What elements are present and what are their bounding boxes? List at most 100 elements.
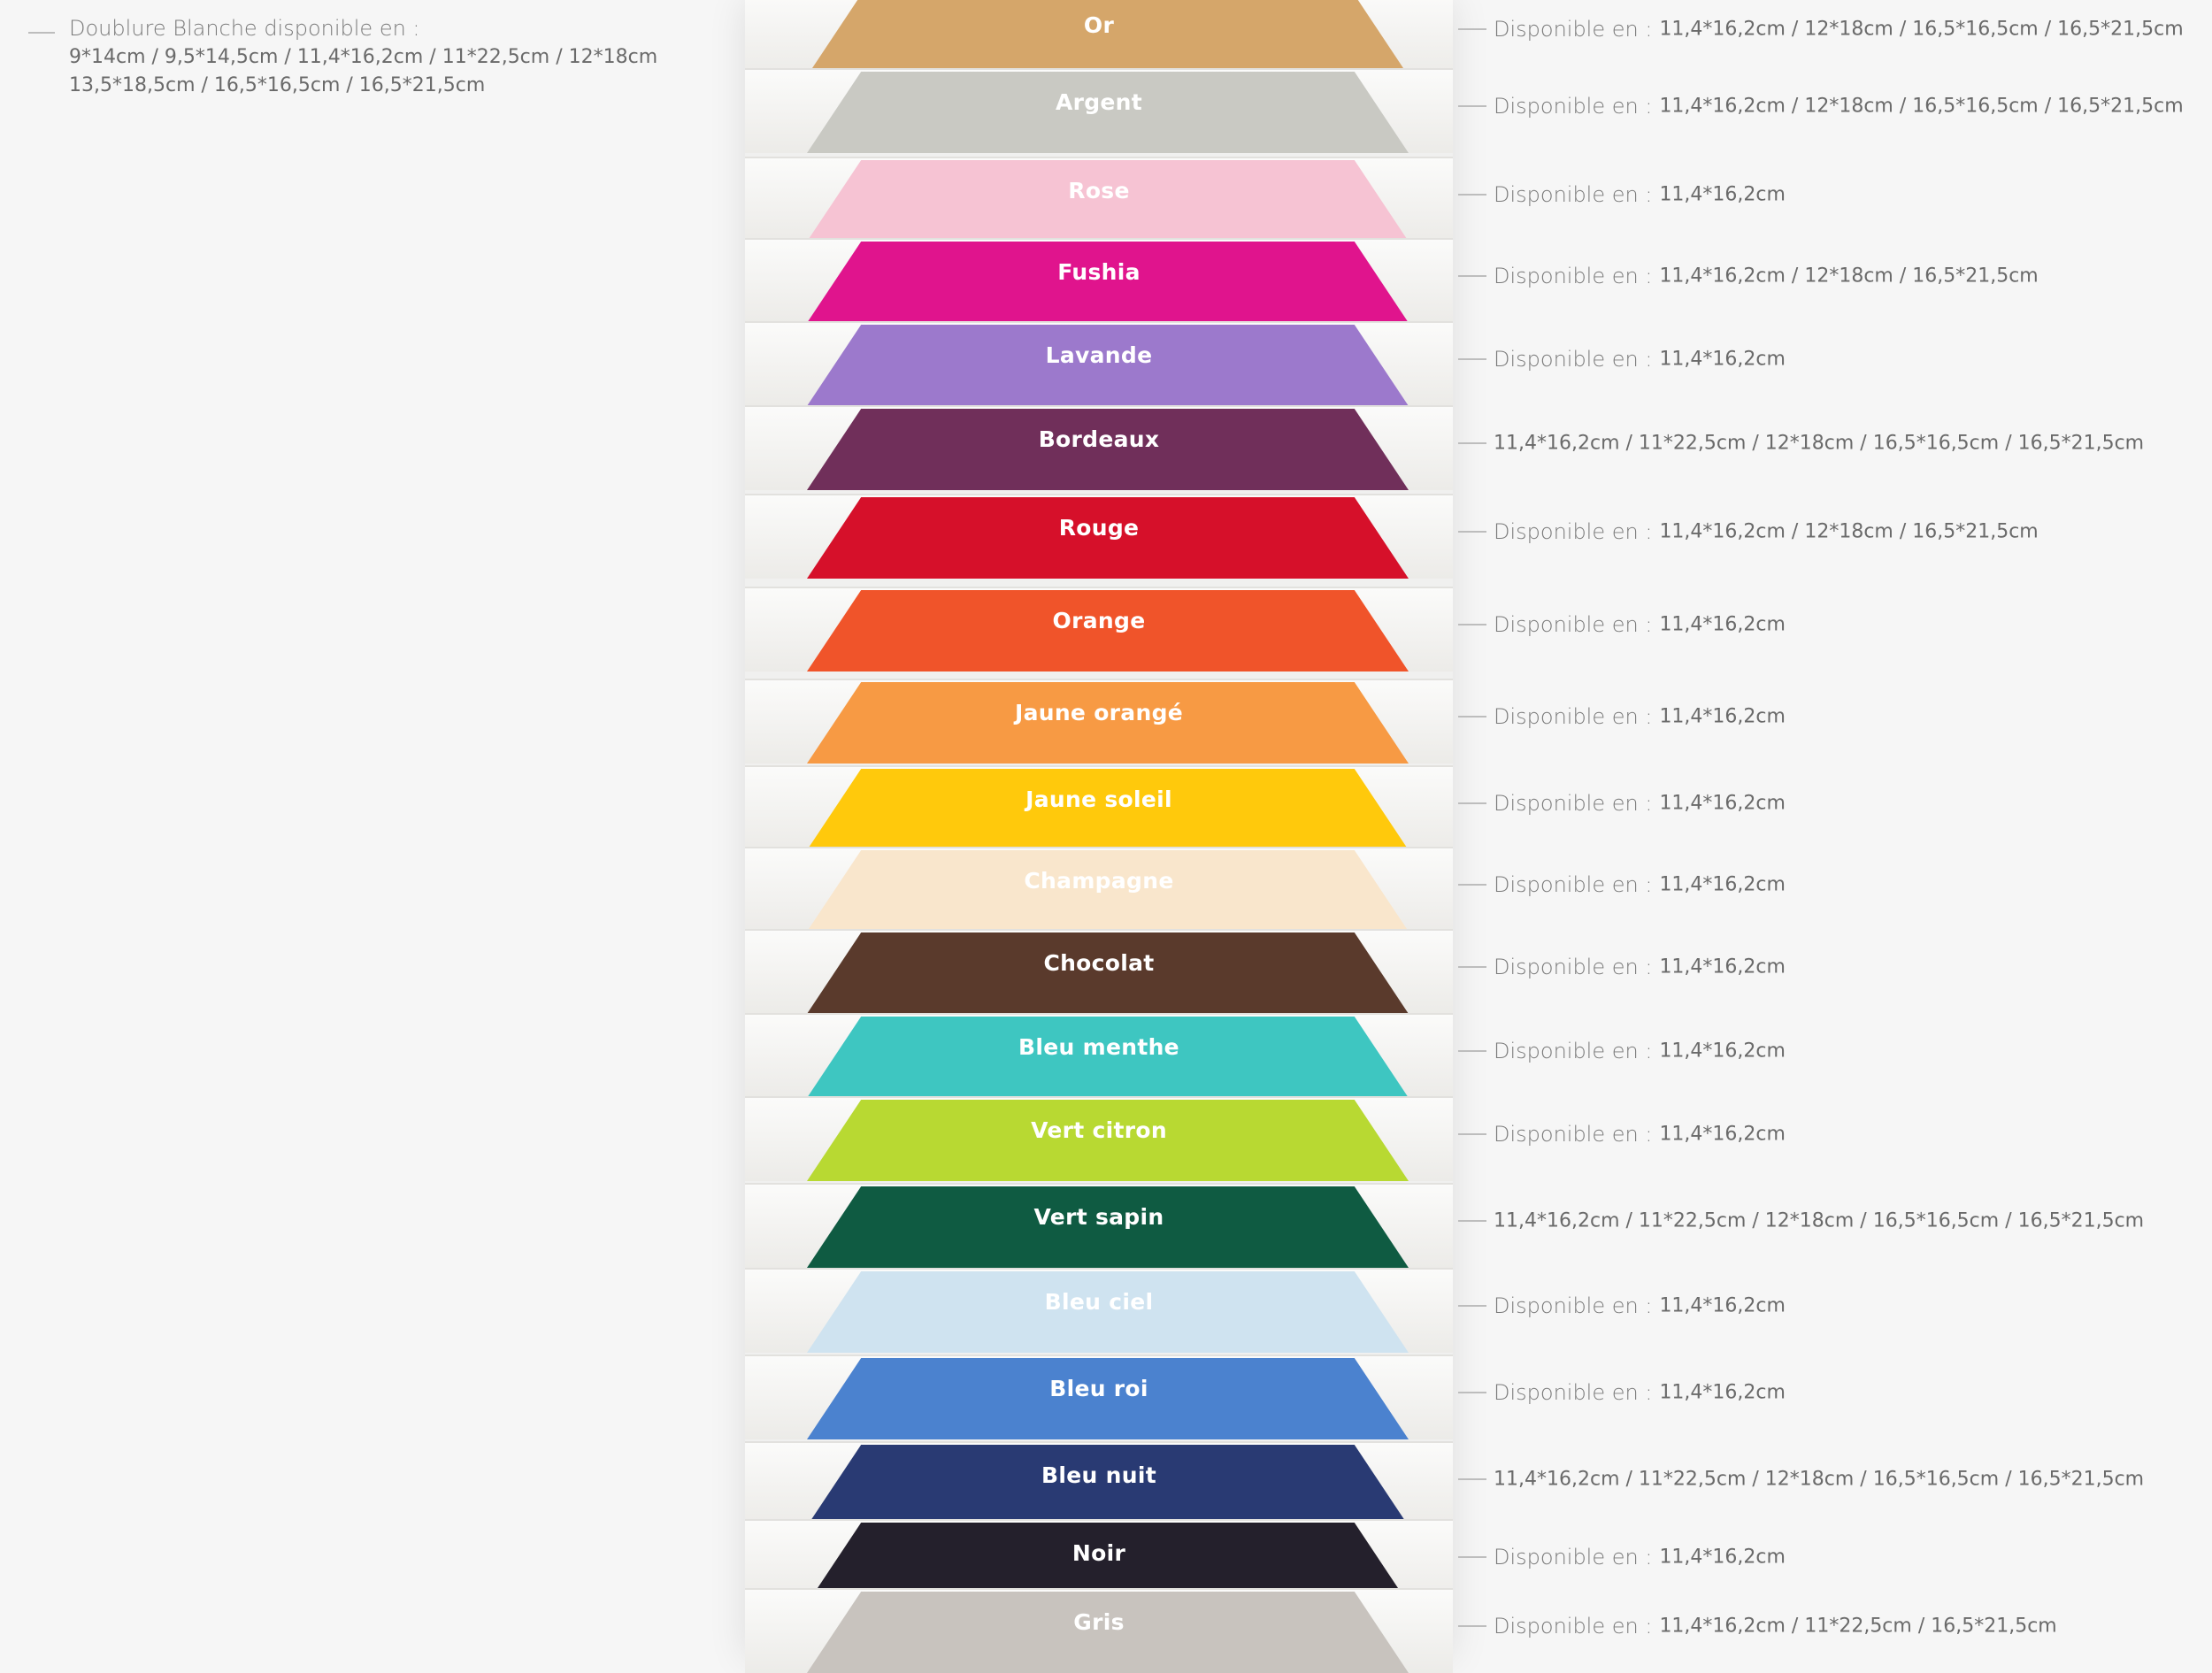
availability-label: Disponible en : [1494,704,1653,729]
availability-dash [1458,802,1486,804]
availability-line: Disponible en : 11,4*16,2cm [1458,955,1786,979]
envelope-swatch: Vert sapin [745,1183,1453,1268]
envelope-color-name: Gris [1073,1609,1125,1635]
availability-sizes: 11,4*16,2cm [1659,873,1786,896]
availability-dash [1458,442,1486,444]
availability-line: Disponible en : 11,4*16,2cm / 12*18cm / 1… [1458,94,2184,119]
availability-sizes: 11,4*16,2cm [1659,792,1786,815]
availability-line: Disponible en : 11,4*16,2cm [1458,1545,1786,1569]
note-dash [28,32,55,34]
availability-line: Disponible en : 11,4*16,2cm [1458,1122,1786,1147]
availability-label: Disponible en : [1494,791,1653,816]
envelope-swatch: Argent [745,68,1453,153]
lining-note-sizes-line-2: 13,5*18,5cm / 16,5*16,5cm / 16,5*21,5cm [69,74,486,96]
envelope-color-name: Bordeaux [1038,426,1160,452]
envelope-color-name: Rose [1068,178,1130,203]
availability-dash [1458,531,1486,533]
availability-label: Disponible en : [1494,264,1653,288]
availability-label: Disponible en : [1494,1545,1653,1569]
availability-line: Disponible en : 11,4*16,2cm [1458,182,1786,207]
availability-line: Disponible en : 11,4*16,2cm [1458,791,1786,816]
availability-line: Disponible en : 11,4*16,2cm [1458,347,1786,372]
availability-dash [1458,1625,1486,1627]
availability-dash [1458,1392,1486,1393]
availability-sizes: 11,4*16,2cm [1659,1040,1786,1063]
availability-line: Disponible en : 11,4*16,2cm [1458,704,1786,729]
envelope-swatch: Jaune soleil [745,765,1453,850]
availability-dash [1458,275,1486,277]
envelope-color-name: Chocolat [1043,950,1155,976]
envelope-swatch-column: Or Argent Rose Fushia Lavande Bordeaux Rouge Or… [745,0,1453,1673]
availability-line: 11,4*16,2cm / 11*22,5cm / 12*18cm / 16,5… [1458,1467,2144,1492]
envelope-swatch: Gris [745,1588,1453,1673]
availability-sizes: 11,4*16,2cm [1659,1546,1786,1569]
availability-line: Disponible en : 11,4*16,2cm [1458,872,1786,897]
envelope-color-name: Rouge [1058,515,1140,541]
envelope-color-name: Jaune orangé [1014,700,1184,725]
availability-dash [1458,358,1486,360]
envelope-swatch: Chocolat [745,929,1453,1014]
envelope-color-name: Bleu roi [1049,1376,1148,1401]
envelope-swatch: Bleu roi [745,1355,1453,1439]
availability-sizes: 11,4*16,2cm / 12*18cm / 16,5*21,5cm [1659,520,2039,543]
availability-dash [1458,105,1486,107]
availability-sizes: 11,4*16,2cm / 12*18cm / 16,5*21,5cm [1659,265,2039,288]
availability-sizes: 11,4*16,2cm [1659,183,1786,206]
availability-dash [1458,1305,1486,1307]
envelope-color-name: Champagne [1024,868,1174,894]
availability-line: Disponible en : 11,4*16,2cm / 12*18cm / 1… [1458,17,2184,42]
availability-line: Disponible en : 11,4*16,2cm [1458,612,1786,637]
availability-sizes: 11,4*16,2cm [1659,955,1786,978]
envelope-color-name: Vert sapin [1033,1204,1164,1230]
availability-label: Disponible en : [1494,872,1653,897]
availability-sizes: 11,4*16,2cm [1659,348,1786,371]
envelope-color-name: Orange [1052,608,1146,633]
envelope-color-name: Lavande [1045,342,1153,368]
envelope-swatch: Or [745,0,1453,76]
envelope-swatch: Bordeaux [745,405,1453,490]
envelope-swatch: Champagne [745,847,1453,932]
envelope-swatch: Lavande [745,321,1453,406]
envelope-color-name: Bleu nuit [1041,1462,1156,1488]
availability-sizes: 11,4*16,2cm [1659,1381,1786,1404]
availability-label: Disponible en : [1494,1614,1653,1638]
availability-line: 11,4*16,2cm / 11*22,5cm / 12*18cm / 16,5… [1458,431,2144,456]
envelope-swatch: Bleu menthe [745,1013,1453,1098]
lining-note-sizes-line-1: 9*14cm / 9,5*14,5cm / 11,4*16,2cm / 11*2… [69,46,658,68]
envelope-swatch: Bleu ciel [745,1268,1453,1353]
envelope-color-name: Fushia [1057,259,1141,285]
lining-note-title: Doublure Blanche disponible en : [69,16,420,41]
envelope-flap [807,0,1409,76]
availability-line: Disponible en : 11,4*16,2cm [1458,1293,1786,1318]
availability-sizes: 11,4*16,2cm [1659,1294,1786,1317]
availability-sizes: 11,4*16,2cm / 12*18cm / 16,5*16,5cm / 16… [1659,18,2184,41]
availability-label: Disponible en : [1494,182,1653,207]
availability-dash [1458,194,1486,196]
availability-label: Disponible en : [1494,1039,1653,1063]
envelope-color-name: Jaune soleil [1025,787,1172,812]
availability-dash [1458,1220,1486,1222]
availability-dash [1458,1478,1486,1480]
availability-label: Disponible en : [1494,1122,1653,1147]
envelope-color-name: Argent [1055,89,1143,115]
availability-label: Disponible en : [1494,519,1653,544]
availability-dash [1458,1050,1486,1052]
envelope-swatch: Fushia [745,238,1453,323]
envelope-swatch: Rouge [745,494,1453,579]
envelope-swatch: Jaune orangé [745,679,1453,764]
availability-label: Disponible en : [1494,94,1653,119]
envelope-swatch: Orange [745,587,1453,672]
availability-dash [1458,1556,1486,1558]
availability-label: Disponible en : [1494,1380,1653,1405]
availability-dash [1458,884,1486,886]
availability-label: Disponible en : [1494,955,1653,979]
availability-dash [1458,716,1486,718]
availability-sizes: 11,4*16,2cm / 11*22,5cm / 16,5*21,5cm [1659,1615,2057,1638]
availability-line: Disponible en : 11,4*16,2cm / 12*18cm / 1… [1458,264,2039,288]
envelope-swatch: Vert citron [745,1096,1453,1181]
availability-line: 11,4*16,2cm / 11*22,5cm / 12*18cm / 16,5… [1458,1209,2144,1233]
envelope-color-name: Bleu menthe [1018,1034,1179,1060]
availability-sizes: 11,4*16,2cm [1659,705,1786,728]
availability-line: Disponible en : 11,4*16,2cm [1458,1039,1786,1063]
envelope-color-name: Noir [1071,1540,1126,1566]
